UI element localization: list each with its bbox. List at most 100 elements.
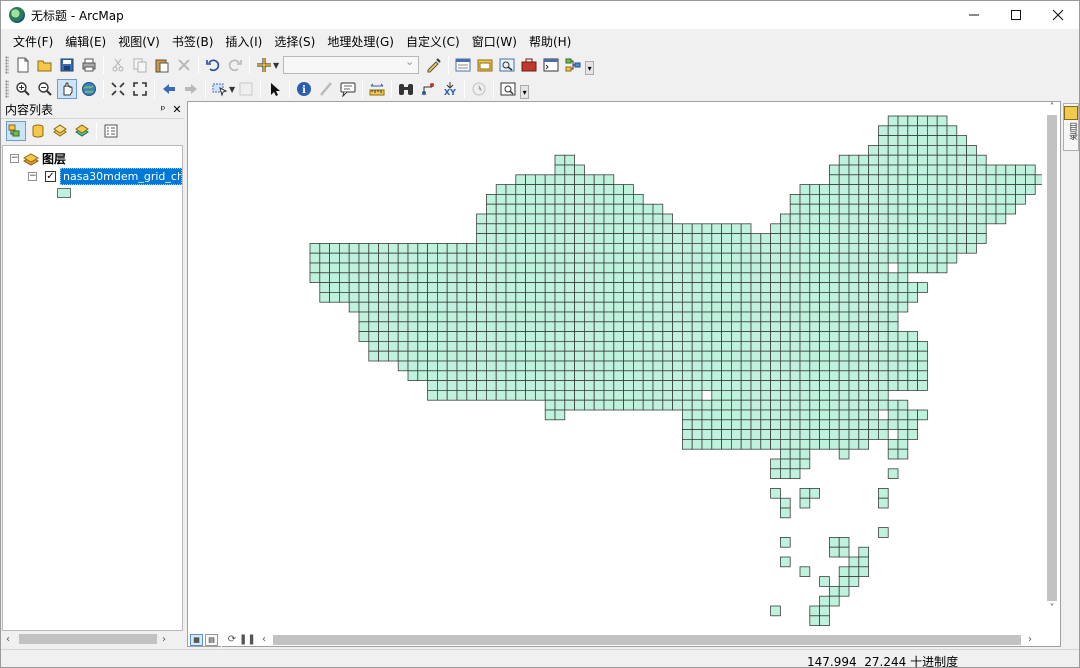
grid-cell[interactable] xyxy=(554,360,566,372)
grid-cell[interactable] xyxy=(495,233,507,244)
grid-cell[interactable] xyxy=(829,340,840,352)
grid-cell[interactable] xyxy=(564,242,575,254)
grid-cell[interactable] xyxy=(1025,174,1036,186)
grid-cell[interactable] xyxy=(780,272,791,284)
grid-cell[interactable] xyxy=(770,291,781,303)
grid-cell[interactable] xyxy=(750,262,762,274)
menu-windows[interactable]: 窗口(W) xyxy=(466,32,523,52)
grid-cell[interactable] xyxy=(927,145,938,156)
grid-cell[interactable] xyxy=(456,350,468,362)
grid-cell[interactable] xyxy=(623,380,634,391)
grid-cell[interactable] xyxy=(897,252,909,264)
grid-cell[interactable] xyxy=(456,242,468,254)
grid-cell[interactable] xyxy=(515,331,526,342)
grid-cell[interactable] xyxy=(956,154,967,166)
scroll-right-icon[interactable]: › xyxy=(1023,634,1037,645)
grid-cell[interactable] xyxy=(858,154,869,166)
grid-cell[interactable] xyxy=(701,282,713,293)
grid-cell[interactable] xyxy=(574,194,585,205)
grid-cell[interactable] xyxy=(662,233,673,244)
grid-cell[interactable] xyxy=(485,370,497,381)
grid-cell[interactable] xyxy=(476,291,487,303)
grid-cell[interactable] xyxy=(809,615,820,626)
grid-cell[interactable] xyxy=(760,389,771,401)
grid-cell[interactable] xyxy=(927,115,938,127)
grid-cell[interactable] xyxy=(838,252,850,264)
grid-cell[interactable] xyxy=(887,419,899,430)
grid-cell[interactable] xyxy=(397,350,409,362)
grid-cell[interactable] xyxy=(770,409,781,421)
grid-cell[interactable] xyxy=(662,252,673,264)
grid-cell[interactable] xyxy=(652,272,664,284)
grid-cell[interactable] xyxy=(485,291,497,303)
grid-cell[interactable] xyxy=(740,242,752,254)
grid-cell[interactable] xyxy=(897,380,909,391)
grid-cell[interactable] xyxy=(966,203,977,215)
grid-cell[interactable] xyxy=(525,223,536,235)
grid-cell[interactable] xyxy=(770,311,781,323)
grid-cell[interactable] xyxy=(838,154,850,166)
grid-cell[interactable] xyxy=(848,438,860,450)
grid-cell[interactable] xyxy=(613,380,624,391)
grid-cell[interactable] xyxy=(887,350,899,362)
grid-cell[interactable] xyxy=(564,331,575,342)
grid-cell[interactable] xyxy=(868,174,879,186)
grid-cell[interactable] xyxy=(936,145,948,156)
grid-cell[interactable] xyxy=(897,429,909,440)
grid-cell[interactable] xyxy=(476,360,487,372)
menu-file[interactable]: 文件(F) xyxy=(7,32,59,52)
grid-cell[interactable] xyxy=(495,301,507,313)
grid-cell[interactable] xyxy=(574,282,585,293)
grid-cell[interactable] xyxy=(878,429,889,440)
grid-cell[interactable] xyxy=(485,282,497,293)
grid-cell[interactable] xyxy=(348,301,360,313)
grid-cell[interactable] xyxy=(525,194,536,205)
grid-cell[interactable] xyxy=(721,340,732,352)
grid-cell[interactable] xyxy=(446,380,458,391)
grid-cell[interactable] xyxy=(838,311,850,323)
grid-cell[interactable] xyxy=(878,399,889,411)
grid-cell[interactable] xyxy=(564,174,575,186)
grid-cell[interactable] xyxy=(878,164,889,176)
grid-cell[interactable] xyxy=(623,340,634,352)
grid-cell[interactable] xyxy=(632,233,644,244)
grid-cell[interactable] xyxy=(819,370,830,381)
grid-cell[interactable] xyxy=(907,242,918,254)
grid-cell[interactable] xyxy=(799,262,811,274)
grid-cell[interactable] xyxy=(368,252,380,264)
grid-cell[interactable] xyxy=(672,223,683,235)
grid-cell[interactable] xyxy=(956,203,967,215)
grid-cell[interactable] xyxy=(387,350,399,362)
menu-customize[interactable]: 自定义(C) xyxy=(400,32,466,52)
grid-cell[interactable] xyxy=(554,409,566,421)
grid-cell[interactable] xyxy=(691,252,703,264)
grid-cell[interactable] xyxy=(868,370,879,381)
grid-cell[interactable] xyxy=(721,409,732,421)
grid-cell[interactable] xyxy=(515,213,526,225)
grid-cell[interactable] xyxy=(397,282,409,293)
grid-cell[interactable] xyxy=(917,233,928,244)
grid-cell[interactable] xyxy=(858,213,869,225)
grid-cell[interactable] xyxy=(554,282,566,293)
grid-cell[interactable] xyxy=(750,370,762,381)
grid-cell[interactable] xyxy=(417,242,429,254)
grid-cell[interactable] xyxy=(436,291,448,303)
grid-cell[interactable] xyxy=(701,242,713,254)
grid-cell[interactable] xyxy=(348,272,360,284)
grid-cell[interactable] xyxy=(878,125,889,136)
grid-cell[interactable] xyxy=(407,301,419,313)
grid-cell[interactable] xyxy=(809,184,820,195)
grid-cell[interactable] xyxy=(809,438,820,450)
grid-cell[interactable] xyxy=(936,115,948,127)
grid-cell[interactable] xyxy=(681,301,693,313)
grid-cell[interactable] xyxy=(809,223,820,235)
grid-cell[interactable] xyxy=(731,223,742,235)
grid-cell[interactable] xyxy=(613,252,624,264)
grid-cell[interactable] xyxy=(534,194,546,205)
grid-cell[interactable] xyxy=(476,340,487,352)
grid-cell[interactable] xyxy=(721,252,732,264)
grid-cell[interactable] xyxy=(799,409,811,421)
grid-cell[interactable] xyxy=(740,380,752,391)
grid-cell[interactable] xyxy=(642,360,654,372)
grid-cell[interactable] xyxy=(976,154,987,166)
